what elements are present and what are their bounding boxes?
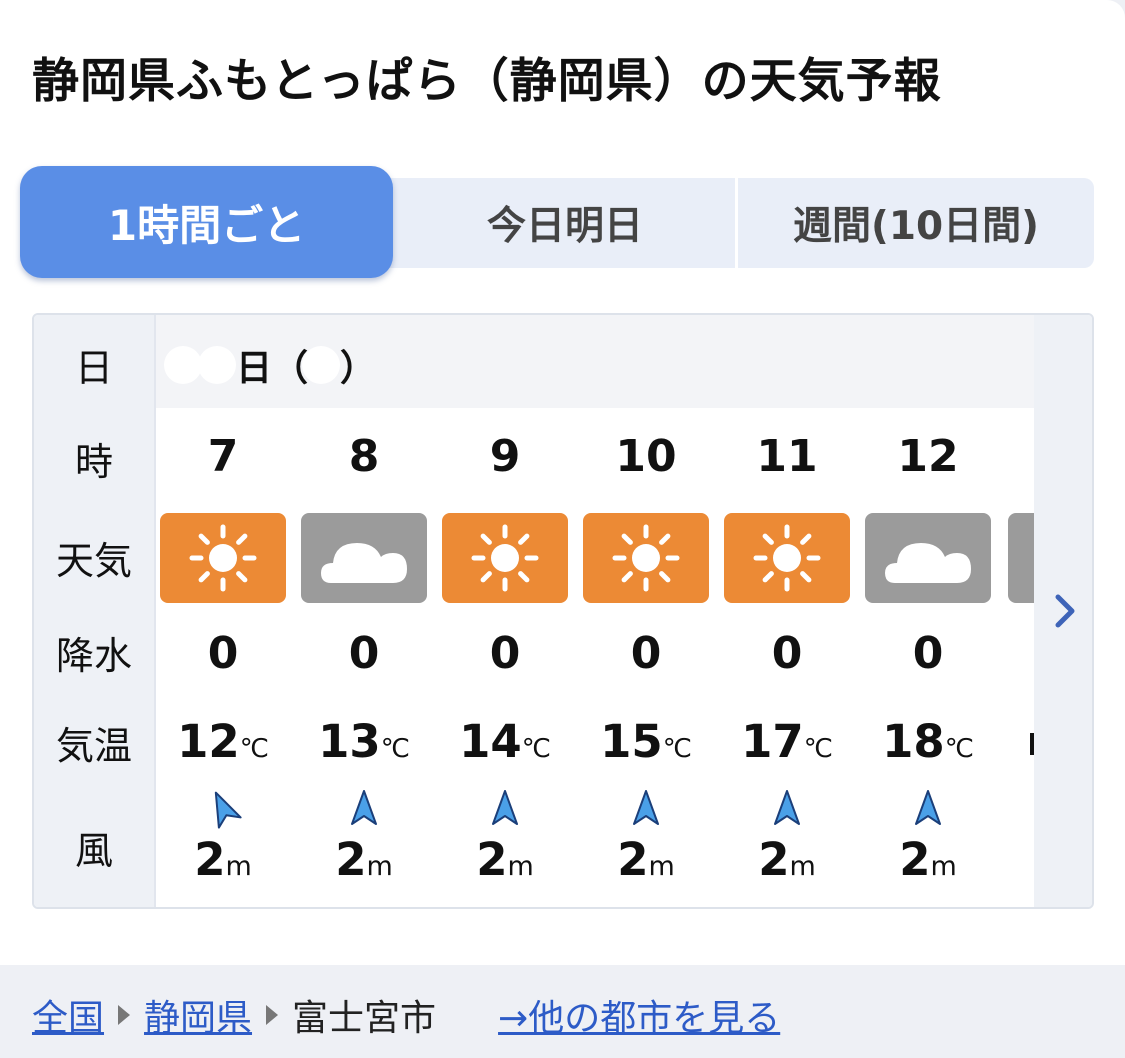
sunny-icon	[442, 513, 568, 603]
wind-unit: m	[648, 851, 675, 882]
temp-number: 13	[318, 715, 381, 768]
temp-unit: ℃	[803, 734, 833, 764]
wind-arrow-icon	[774, 790, 800, 825]
row-label-temp: 気温	[55, 724, 132, 768]
breadcrumb-current-city: 富士宮市	[292, 998, 437, 1039]
hour-value: 8	[348, 431, 380, 482]
precip-value: 0	[771, 628, 803, 679]
sunny-icon	[724, 513, 850, 603]
hour-column: 9 0 14℃ 2m	[440, 315, 570, 907]
wind-arrow-icon	[915, 790, 941, 825]
hour-value: 7	[207, 431, 239, 482]
temp-number: 15	[600, 715, 663, 768]
hourly-forecast-table: 日 時 天気 降水 気温 風 日 （ ） 7 0 12℃ 2m 8 0 13℃ 2m 9 0 14℃…	[32, 313, 1094, 909]
temp-number: 17	[741, 715, 804, 768]
breadcrumb-link-nationwide[interactable]: 全国	[32, 989, 104, 1041]
row-label-hour: 時	[74, 440, 113, 484]
temp-value: 13℃	[299, 715, 429, 768]
wind-number: 2	[335, 833, 367, 886]
wind-number: 2	[194, 833, 226, 886]
wind-arrow-icon	[633, 790, 659, 825]
hour-value: 10	[615, 431, 677, 482]
hour-column: 8 0 13℃ 2m	[299, 315, 429, 907]
scroll-right-area[interactable]	[1034, 315, 1092, 907]
wind-value: 2m	[440, 833, 570, 886]
wind-unit: m	[366, 851, 393, 882]
cloudy-icon	[865, 513, 991, 603]
temp-number: 18	[882, 715, 945, 768]
wind-arrow-icon	[492, 790, 518, 825]
precip-value: 0	[912, 628, 944, 679]
precip-value: 0	[207, 628, 239, 679]
temp-number: 14	[459, 715, 522, 768]
row-label-date: 日	[74, 346, 113, 390]
wind-arrow-icon	[214, 791, 242, 829]
hour-value: 12	[897, 431, 959, 482]
temp-unit: ℃	[521, 734, 551, 764]
wind-number: 2	[899, 833, 931, 886]
tab-weekly[interactable]: 週間(10日間)	[738, 178, 1094, 268]
temp-value: 17℃	[722, 715, 852, 768]
row-label-wind: 風	[74, 829, 113, 873]
wind-arrow-icon	[351, 790, 377, 825]
partial-cloudy-tile	[1008, 513, 1034, 603]
wind-value: 2m	[299, 833, 429, 886]
cloudy-icon	[301, 513, 427, 603]
temp-unit: ℃	[944, 734, 974, 764]
hour-value: 9	[489, 431, 521, 482]
breadcrumb-separator-icon	[118, 1005, 131, 1025]
row-label-precip: 降水	[55, 634, 132, 678]
temp-value: 15℃	[581, 715, 711, 768]
wind-value: 2m	[581, 833, 711, 886]
wind-unit: m	[507, 851, 534, 882]
wind-value: 2m	[158, 833, 288, 886]
hour-column: 10 0 15℃ 2m	[581, 315, 711, 907]
wind-number: 2	[758, 833, 790, 886]
other-cities-link[interactable]: →他の都市を見る	[498, 989, 780, 1041]
row-label-weather: 天気	[55, 539, 132, 583]
tab-hourly[interactable]: 1時間ごと	[20, 166, 393, 278]
page-title: 静岡県ふもとっぱら（静岡県）の天気予報	[32, 54, 942, 109]
row-header-column: 日 時 天気 降水 気温 風	[34, 315, 156, 907]
temp-value: 14℃	[440, 715, 570, 768]
temp-value: 12℃	[158, 715, 288, 768]
precip-value: 0	[348, 628, 380, 679]
forecast-card: 静岡県ふもとっぱら（静岡県）の天気予報 今日明日 週間(10日間) 1時間ごと …	[0, 0, 1125, 965]
wind-number: 2	[476, 833, 508, 886]
breadcrumb-link-prefecture[interactable]: 静岡県	[144, 989, 252, 1041]
breadcrumb-separator-icon	[266, 1005, 279, 1025]
chevron-right-icon[interactable]	[1052, 593, 1078, 629]
wind-value: 2m	[722, 833, 852, 886]
wind-unit: m	[930, 851, 957, 882]
hour-column: 7 0 12℃ 2m	[158, 315, 288, 907]
temp-unit: ℃	[380, 734, 410, 764]
temp-unit: ℃	[662, 734, 692, 764]
sunny-icon	[583, 513, 709, 603]
wind-value: 2m	[863, 833, 993, 886]
precip-value: 0	[489, 628, 521, 679]
wind-unit: m	[225, 851, 252, 882]
precip-value: 0	[630, 628, 662, 679]
wind-number: 2	[617, 833, 649, 886]
hour-column: 11 0 17℃ 2m	[722, 315, 852, 907]
tab-today-tomorrow[interactable]: 今日明日	[394, 178, 736, 268]
hour-column: 12 0 18℃ 2m	[863, 315, 993, 907]
temp-value: 18℃	[863, 715, 993, 768]
breadcrumb: 全国 静岡県 富士宮市 →他の都市を見る	[32, 990, 780, 1040]
hour-value: 11	[756, 431, 818, 482]
sunny-icon	[160, 513, 286, 603]
wind-unit: m	[789, 851, 816, 882]
temp-number: 12	[177, 715, 240, 768]
temp-unit: ℃	[239, 734, 269, 764]
